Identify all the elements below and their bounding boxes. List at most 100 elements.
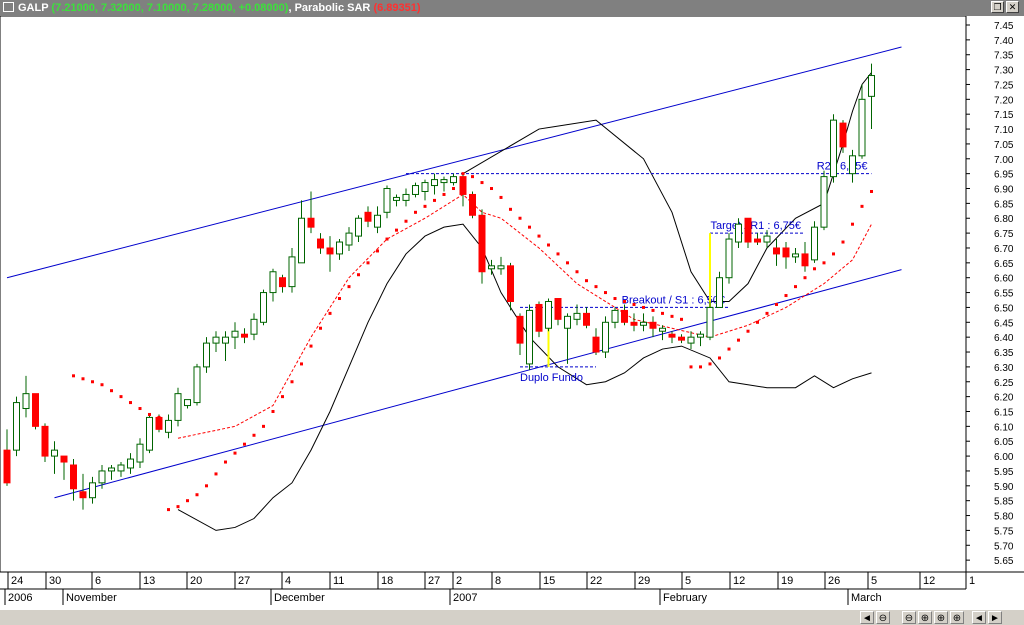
candle-body — [526, 309, 533, 365]
candle-body — [725, 238, 733, 279]
sar-dot — [746, 329, 750, 333]
candle-body — [222, 336, 229, 344]
y-tick-label: 5.85 — [994, 497, 1014, 508]
y-tick-label: 7.35 — [994, 51, 1014, 62]
candle-body — [250, 318, 258, 335]
indicator-value: (6.89351) — [373, 2, 421, 14]
close-icon[interactable]: ✕ — [1006, 1, 1019, 13]
restore-icon[interactable]: ❐ — [991, 1, 1004, 13]
x-month-label: 2006 — [8, 592, 32, 604]
candle-body — [402, 193, 410, 201]
sar-dot — [281, 395, 284, 399]
candle-body — [89, 482, 96, 499]
candle-body — [611, 309, 619, 323]
y-tick-label: 6.05 — [994, 437, 1014, 448]
candle-body — [516, 315, 524, 344]
x-day-label: 5 — [685, 575, 691, 587]
x-day-label: 18 — [381, 575, 393, 587]
sar-dot — [661, 311, 664, 315]
sar-dot — [556, 252, 560, 256]
sar-dot — [775, 302, 778, 306]
y-tick-label: 6.00 — [994, 452, 1014, 463]
candle-body — [203, 342, 210, 368]
y-tick-label: 6.30 — [994, 363, 1014, 374]
sar-dot — [699, 365, 702, 369]
candle-body — [269, 271, 277, 294]
candle-body — [564, 315, 571, 329]
y-tick-label: 6.95 — [994, 170, 1014, 181]
candle-body — [22, 393, 30, 410]
candle-body — [3, 449, 11, 484]
y-tick-label: 6.45 — [994, 318, 1014, 329]
y-tick-label: 6.60 — [994, 274, 1014, 285]
zoom-out-small-icon[interactable]: ⊖ — [902, 611, 916, 624]
sar-dot — [632, 302, 636, 306]
sar-dot — [138, 407, 142, 411]
x-day-label: 11 — [333, 575, 344, 587]
candle-body — [317, 238, 324, 249]
zoom-in-icon[interactable]: ⊕ — [934, 611, 948, 624]
candle-body — [364, 211, 372, 222]
sar-dot — [471, 175, 474, 179]
sar-dot — [271, 409, 275, 413]
candle-body — [450, 176, 457, 184]
candle-body — [697, 333, 704, 338]
candle-body — [469, 193, 476, 216]
x-day-label: 26 — [828, 575, 840, 587]
y-tick-label: 5.80 — [994, 512, 1014, 523]
candle-body — [98, 470, 106, 484]
y-tick-label: 6.75 — [994, 229, 1014, 240]
candle-body — [108, 467, 115, 472]
sar-dot — [357, 273, 360, 277]
candle-body — [260, 292, 267, 323]
sar-dot — [262, 424, 265, 428]
candle-body — [573, 312, 581, 320]
chart-title-bar: GALP (7.21000, 7.32000, 7.10000, 7.28000… — [0, 0, 1024, 16]
sar-dot — [813, 267, 816, 271]
x-day-label: 27 — [238, 575, 250, 587]
candle-body — [687, 336, 695, 344]
sar-dot — [395, 228, 398, 232]
x-day-label: 19 — [781, 575, 793, 587]
sar-dot — [480, 181, 484, 185]
zoom-in-small-icon[interactable]: ⊕ — [918, 611, 932, 624]
x-day-label: 8 — [495, 575, 501, 587]
x-month-label: March — [851, 592, 882, 604]
sar-dot — [338, 297, 341, 301]
price-chart[interactable]: R2 : 6,95€Target / R1 : 6,75€Breakout / … — [0, 16, 1024, 609]
x-month-label: 2007 — [453, 592, 477, 604]
y-tick-label: 6.85 — [994, 199, 1014, 210]
sar-dot — [518, 216, 522, 220]
sar-dot — [841, 240, 845, 244]
sar-dot — [708, 362, 712, 366]
sar-dot — [870, 189, 873, 193]
sar-dot — [566, 261, 569, 265]
scroll-forward-icon[interactable]: ► — [988, 611, 1002, 624]
sar-dot — [366, 261, 370, 265]
candle-body — [374, 214, 381, 228]
scroll-back-icon[interactable]: ◄ — [972, 611, 986, 624]
candle-body — [231, 330, 239, 338]
sar-dot — [414, 210, 417, 214]
sar-dot — [319, 326, 322, 330]
x-month-label: December — [274, 592, 325, 604]
window-icon[interactable] — [3, 2, 14, 12]
zoom-out-icon[interactable]: ⊖ — [876, 611, 890, 624]
candle-body — [459, 176, 467, 195]
sar-dot — [309, 344, 313, 348]
sar-dot — [737, 338, 740, 342]
sar-dot — [423, 204, 427, 208]
x-day-label: 13 — [143, 575, 155, 587]
sar-dot — [575, 270, 579, 274]
y-tick-label: 6.65 — [994, 259, 1014, 270]
sar-dot — [718, 356, 721, 360]
candle-body — [383, 188, 391, 213]
sar-dot — [385, 237, 389, 241]
zoom-fit-icon[interactable]: ⊕ — [950, 611, 964, 624]
sar-dot — [623, 299, 626, 303]
x-day-label: 5 — [871, 575, 877, 587]
sar-dot — [290, 380, 294, 384]
candle-body — [184, 399, 191, 407]
scroll-left-icon[interactable]: ◄ — [860, 611, 874, 624]
sar-dot — [214, 472, 218, 476]
